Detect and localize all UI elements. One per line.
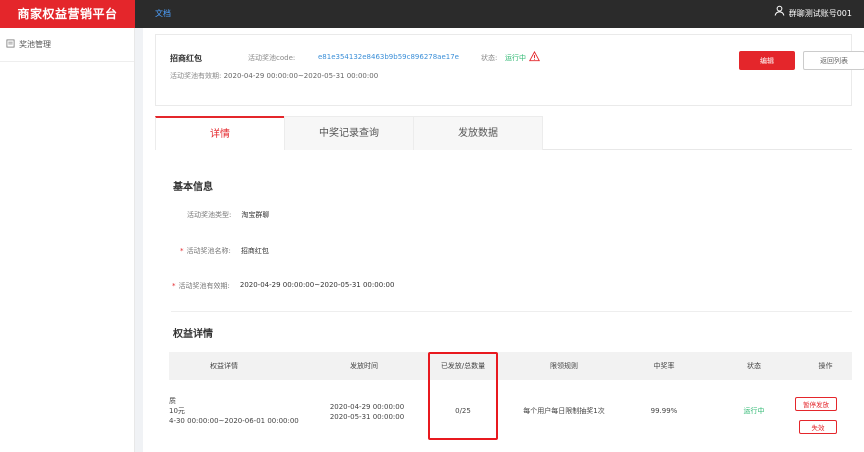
tab-issue-data[interactable]: 发放数据 xyxy=(413,116,543,150)
column-header-status: 状态 xyxy=(747,362,761,370)
column-header-rights: 权益详情 xyxy=(210,362,238,370)
sidebar-item-pool-management[interactable]: 奖池管理 xyxy=(0,28,134,62)
rights-detail-line2: 10元 xyxy=(169,407,185,415)
user-menu[interactable]: 群聊测试账号001 xyxy=(774,0,852,28)
basic-info-title: 基本信息 xyxy=(173,182,213,193)
column-header-rule: 限领规则 xyxy=(550,362,578,370)
main-content: 招商红包 活动奖池code: e81e354132e8463b9b59c8962… xyxy=(143,28,864,452)
pool-code[interactable]: e81e354132e8463b9b59c896278ae17e xyxy=(318,53,459,61)
issue-time-end: 2020-05-31 00:00:00 xyxy=(329,413,405,421)
invalidate-button[interactable]: 失效 xyxy=(799,420,837,434)
rights-detail-cell: 质 10元 4-30 00:00:00~2020-06-01 00:00:00 xyxy=(169,396,299,426)
required-mark: * xyxy=(172,282,176,290)
rights-detail-line3: 4-30 00:00:00~2020-06-01 00:00:00 xyxy=(169,417,299,425)
required-mark: * xyxy=(180,247,184,255)
pool-period: 活动奖池有效期: 2020-04-29 00:00:00~2020-05-31 … xyxy=(170,71,378,81)
form-row-pool-name: * 活动奖池名称: 招商红包 xyxy=(180,246,269,256)
table-header: 权益详情 发放时间 已发放/总数量 限领规则 中奖率 状态 操作 xyxy=(169,352,852,380)
pool-period-label: 活动奖池有效期: xyxy=(170,72,222,80)
tab-win-records[interactable]: 中奖记录查询 xyxy=(284,116,414,150)
form-row-pool-type: 活动奖池类型: 淘宝群聊 xyxy=(187,210,269,220)
pool-name-value: 招商红包 xyxy=(240,247,269,255)
limit-rule-cell: 每个用户每日限制抽奖1次 xyxy=(523,407,605,415)
pause-issue-button[interactable]: 暂停发放 xyxy=(795,397,837,411)
back-to-list-button[interactable]: 返回列表 xyxy=(803,51,864,70)
docs-link[interactable]: 文档 xyxy=(155,0,171,28)
tab-bar: 详情 中奖记录查询 发放数据 xyxy=(155,116,852,150)
rights-detail-title: 权益详情 xyxy=(173,329,213,340)
row-status-badge: 运行中 xyxy=(743,407,765,415)
column-header-rate: 中奖率 xyxy=(653,362,675,370)
user-icon xyxy=(774,0,785,28)
brand-logo[interactable]: 商家权益营销平台 xyxy=(0,0,135,28)
pool-summary-card: 招商红包 活动奖池code: e81e354132e8463b9b59c8962… xyxy=(155,34,864,106)
status-badge: 运行中 xyxy=(505,54,526,62)
document-icon xyxy=(6,39,15,50)
pool-period-form-label: * 活动奖池有效期: xyxy=(172,282,230,290)
pool-code-label: 活动奖池code: xyxy=(248,54,296,62)
pool-period-form-value: 2020-04-29 00:00:00~2020-05-31 00:00:00 xyxy=(239,281,395,289)
pool-name-label: * 活动奖池名称: xyxy=(180,247,231,255)
sidebar: 奖池管理 xyxy=(0,28,135,452)
issue-time-start: 2020-04-29 00:00:00 xyxy=(329,403,405,411)
user-name: 群聊测试账号001 xyxy=(788,9,852,18)
status-label: 状态: xyxy=(481,54,498,62)
section-divider xyxy=(171,311,852,312)
edit-button[interactable]: 编辑 xyxy=(739,51,795,70)
rights-detail-line1: 质 xyxy=(169,397,176,405)
sidebar-item-label: 奖池管理 xyxy=(19,40,51,49)
issued-column-highlight xyxy=(428,352,498,440)
pool-period-value: 2020-04-29 00:00:00~2020-05-31 00:00:00 xyxy=(223,72,379,80)
form-row-pool-period: * 活动奖池有效期: 2020-04-29 00:00:00~2020-05-31… xyxy=(172,281,394,291)
column-header-time: 发放时间 xyxy=(350,362,378,370)
tab-details[interactable]: 详情 xyxy=(155,116,285,150)
pool-type-value: 淘宝群聊 xyxy=(241,211,270,219)
pool-name: 招商红包 xyxy=(170,54,202,63)
top-bar: 商家权益营销平台 文档 群聊测试账号001 xyxy=(0,0,864,28)
pool-type-label: 活动奖池类型: xyxy=(187,211,232,219)
column-header-actions: 操作 xyxy=(818,362,833,370)
win-rate-cell: 99.99% xyxy=(650,407,678,415)
issue-time-cell: 2020-04-29 00:00:00 2020-05-31 00:00:00 xyxy=(309,402,425,422)
warning-icon xyxy=(528,50,541,62)
